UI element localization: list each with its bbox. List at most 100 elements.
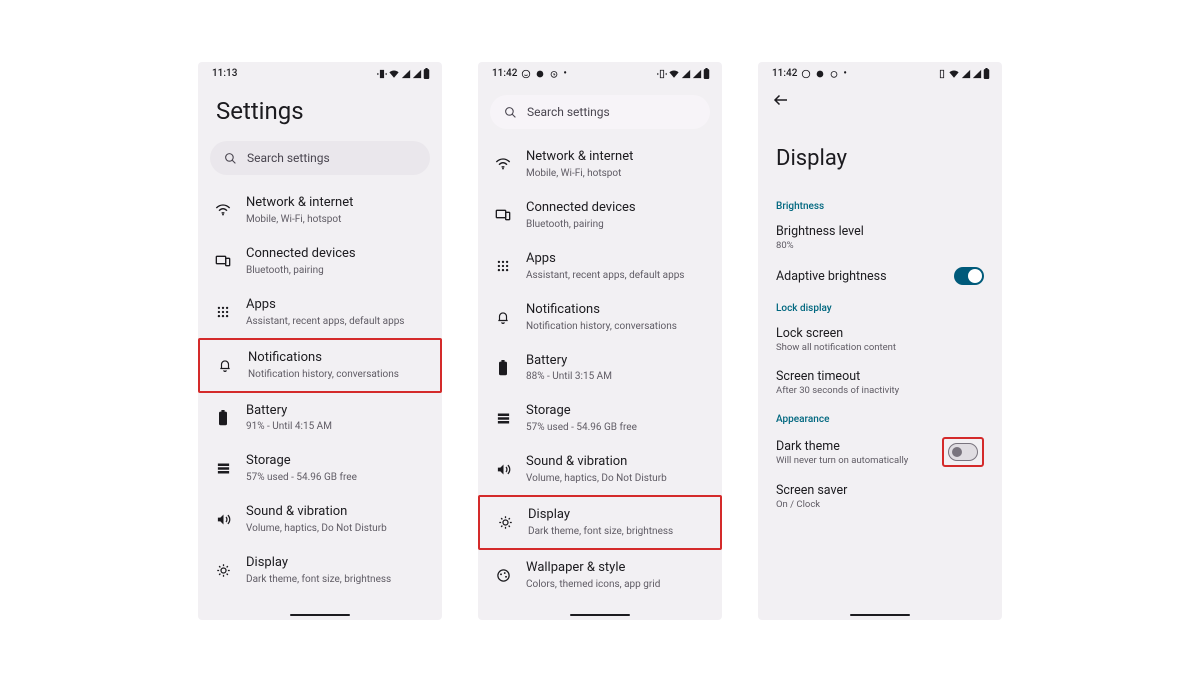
apps-icon <box>214 305 232 319</box>
nav-handle[interactable] <box>850 614 910 617</box>
adaptive-brightness-row[interactable]: Adaptive brightness <box>758 259 1002 293</box>
brightness-icon <box>496 515 514 530</box>
item-sub: Assistant, recent apps, default apps <box>246 315 426 328</box>
item-title: Display <box>246 555 426 572</box>
page-title: Display <box>758 112 1002 191</box>
status-bar: 11:13 <box>198 62 442 81</box>
settings-item-notifications[interactable]: NotificationsNotification history, conve… <box>198 338 442 393</box>
item-title: Apps <box>246 297 426 314</box>
item-title: Connected devices <box>526 200 706 217</box>
item-sub: 57% used - 54.96 GB free <box>246 471 426 484</box>
settings-item-connected[interactable]: Connected devicesBluetooth, pairing <box>478 190 722 241</box>
item-sub: Volume, haptics, Do Not Disturb <box>526 472 706 485</box>
settings-item-notifications[interactable]: NotificationsNotification history, conve… <box>478 292 722 343</box>
item-sub: After 30 seconds of inactivity <box>776 385 984 396</box>
settings-item-display[interactable]: DisplayDark theme, font size, brightness <box>198 545 442 596</box>
settings-item-apps[interactable]: AppsAssistant, recent apps, default apps <box>198 287 442 338</box>
section-lock: Lock display <box>758 293 1002 318</box>
vibrate-icon <box>657 69 667 79</box>
item-sub: Mobile, Wi-Fi, hotspot <box>246 213 426 226</box>
phone-screen-2: 11:42 • Search settings Network & intern… <box>478 62 722 620</box>
alarm-icon <box>829 69 839 79</box>
search-icon <box>504 106 517 119</box>
item-sub: On / Clock <box>776 499 984 510</box>
adaptive-brightness-toggle[interactable] <box>954 267 984 285</box>
dark-theme-row[interactable]: Dark themeWill never turn on automatical… <box>758 429 1002 475</box>
item-sub: 80% <box>776 240 984 251</box>
signal-icon <box>681 69 691 79</box>
phone-screen-1: 11:13 Settings Search settings Network &… <box>198 62 442 620</box>
item-title: Adaptive brightness <box>776 269 944 284</box>
item-title: Battery <box>246 403 426 420</box>
signal-icon <box>961 69 971 79</box>
settings-item-storage[interactable]: Storage57% used - 54.96 GB free <box>198 443 442 494</box>
signal-icon <box>401 69 411 79</box>
whatsapp-icon <box>801 69 811 79</box>
dark-theme-toggle[interactable] <box>948 443 978 461</box>
wifi-icon <box>494 156 512 172</box>
alarm-icon <box>549 69 559 79</box>
item-sub: 57% used - 54.96 GB free <box>526 421 706 434</box>
clock-text: 11:13 <box>212 68 237 79</box>
item-title: Dark theme <box>776 439 932 454</box>
item-title: Notifications <box>248 350 424 367</box>
volume-icon <box>494 462 512 477</box>
apps-icon <box>494 259 512 273</box>
settings-item-sound[interactable]: Sound & vibrationVolume, haptics, Do Not… <box>198 494 442 545</box>
back-arrow-icon[interactable] <box>772 91 790 109</box>
item-sub: Will never turn on automatically <box>776 455 932 466</box>
item-title: Apps <box>526 251 706 268</box>
bell-icon <box>494 310 512 324</box>
settings-item-battery[interactable]: Battery88% - Until 3:15 AM <box>478 343 722 394</box>
item-sub: Mobile, Wi-Fi, hotspot <box>526 167 706 180</box>
item-sub: Volume, haptics, Do Not Disturb <box>246 522 426 535</box>
search-input[interactable]: Search settings <box>490 95 710 129</box>
lock-screen-row[interactable]: Lock screenShow all notification content <box>758 318 1002 361</box>
item-title: Battery <box>526 353 706 370</box>
item-title: Storage <box>526 403 706 420</box>
clock-text: 11:42 <box>772 68 797 79</box>
settings-item-connected[interactable]: Connected devicesBluetooth, pairing <box>198 236 442 287</box>
settings-item-display[interactable]: DisplayDark theme, font size, brightness <box>478 495 722 550</box>
signal-icon-2 <box>692 69 702 79</box>
item-sub: Colors, themed icons, app grid <box>526 578 706 591</box>
page-title: Settings <box>198 81 442 137</box>
devices-icon <box>214 253 232 269</box>
item-title: Screen timeout <box>776 369 984 384</box>
search-input[interactable]: Search settings <box>210 141 430 175</box>
screen-timeout-row[interactable]: Screen timeoutAfter 30 seconds of inacti… <box>758 361 1002 404</box>
settings-item-sound[interactable]: Sound & vibrationVolume, haptics, Do Not… <box>478 444 722 495</box>
dark-theme-toggle-highlight <box>942 437 984 467</box>
status-bar: 11:42 • <box>478 62 722 81</box>
item-title: Network & internet <box>246 195 426 212</box>
dot-icon: • <box>843 68 847 79</box>
wifi-icon <box>388 69 400 79</box>
battery-icon <box>214 410 232 426</box>
volume-icon <box>214 512 232 527</box>
settings-item-storage[interactable]: Storage57% used - 54.96 GB free <box>478 393 722 444</box>
settings-item-network[interactable]: Network & internetMobile, Wi-Fi, hotspot <box>478 139 722 190</box>
item-sub: Assistant, recent apps, default apps <box>526 269 706 282</box>
battery-icon <box>494 360 512 376</box>
clock-text: 11:42 <box>492 68 517 79</box>
circle-icon <box>815 69 825 79</box>
settings-item-wallpaper[interactable]: Wallpaper & styleColors, themed icons, a… <box>478 550 722 601</box>
settings-item-network[interactable]: Network & internetMobile, Wi-Fi, hotspot <box>198 185 442 236</box>
item-sub: Show all notification content <box>776 342 984 353</box>
item-sub: Dark theme, font size, brightness <box>246 573 426 586</box>
item-sub: Notification history, conversations <box>248 368 424 381</box>
wifi-icon <box>214 202 232 218</box>
brightness-level-row[interactable]: Brightness level80% <box>758 216 1002 259</box>
settings-item-battery[interactable]: Battery91% - Until 4:15 AM <box>198 393 442 444</box>
item-sub: 91% - Until 4:15 AM <box>246 420 426 433</box>
status-icons <box>657 68 710 79</box>
phone-screen-3: 11:42 • Display Brightness Brightness le… <box>758 62 1002 620</box>
screen-saver-row[interactable]: Screen saverOn / Clock <box>758 475 1002 518</box>
status-icons <box>937 68 990 79</box>
nav-handle[interactable] <box>290 614 350 617</box>
storage-icon <box>214 461 232 476</box>
dot-icon: • <box>563 68 567 79</box>
item-sub: Dark theme, font size, brightness <box>528 525 704 538</box>
nav-handle[interactable] <box>570 614 630 617</box>
settings-item-apps[interactable]: AppsAssistant, recent apps, default apps <box>478 241 722 292</box>
